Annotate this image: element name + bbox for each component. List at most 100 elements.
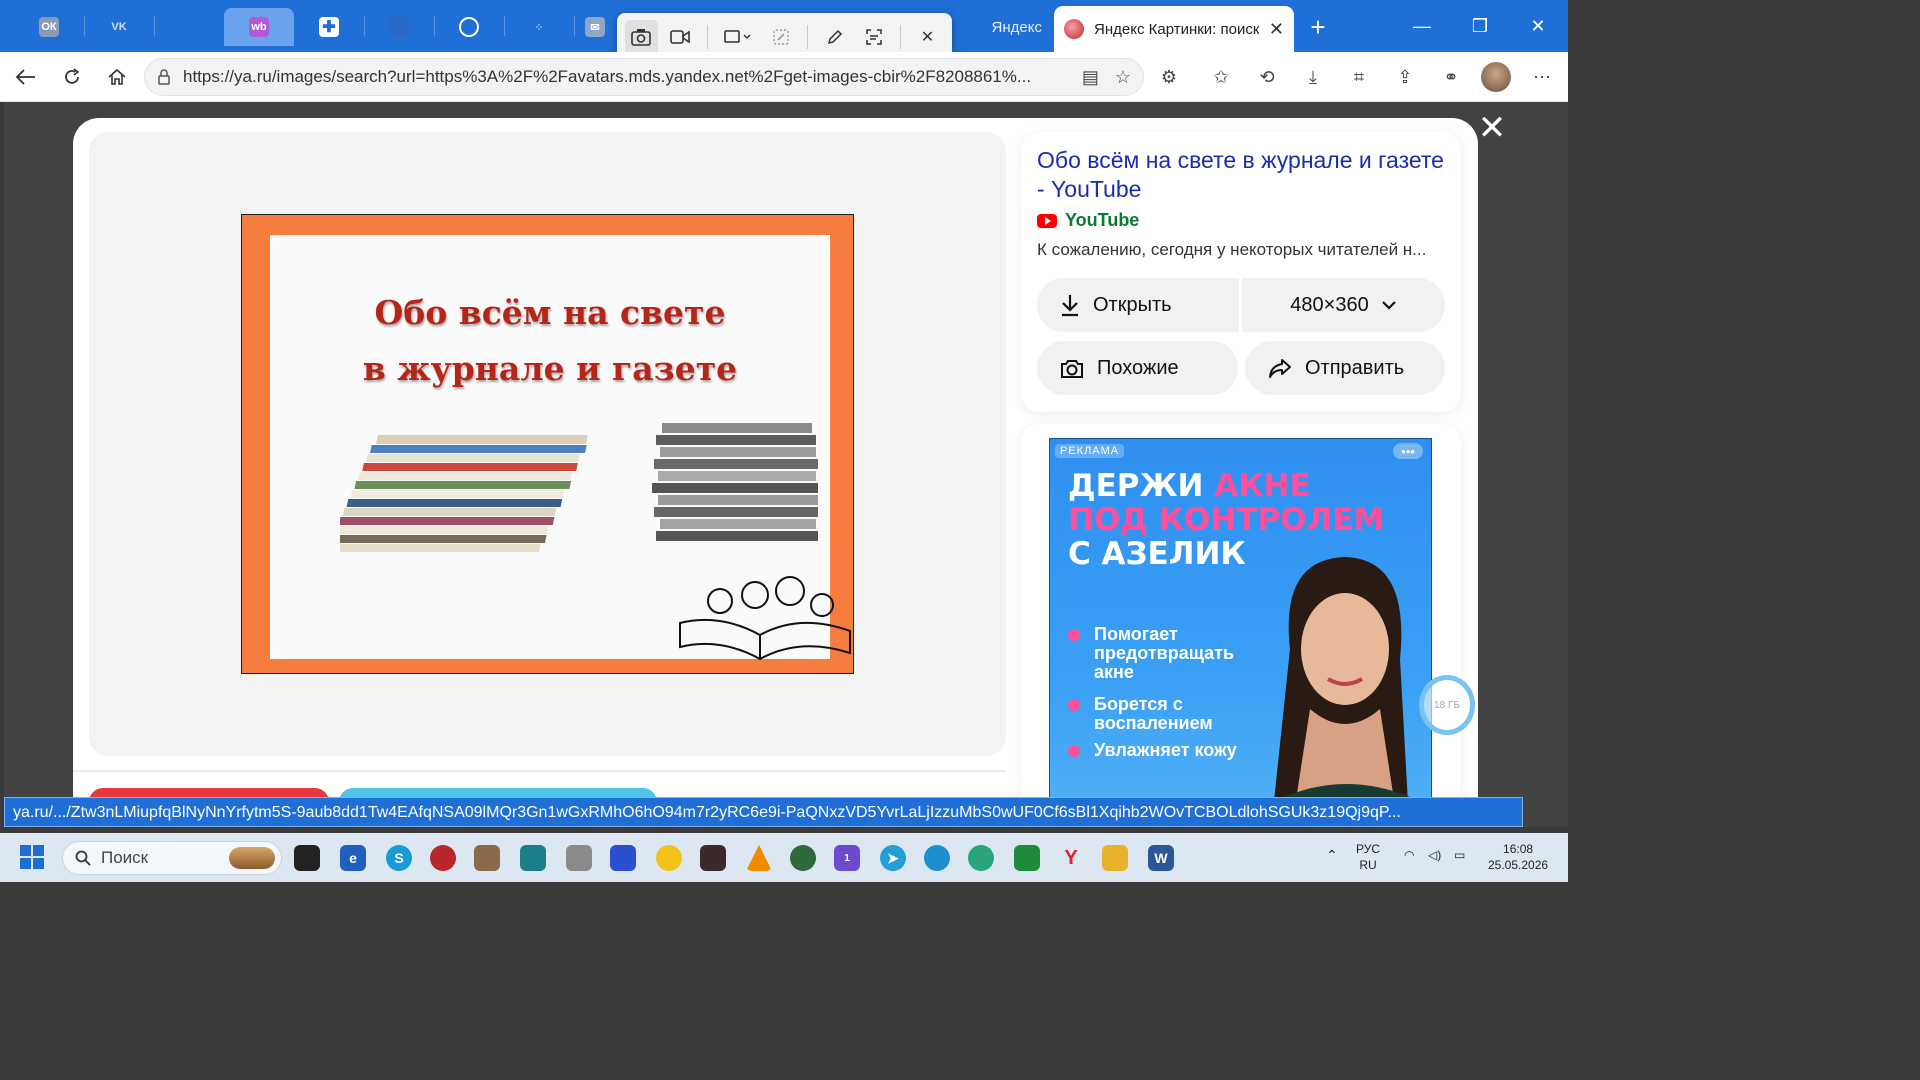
back-button[interactable] (8, 60, 44, 94)
result-info-card: Обо всём на свете в журнале и газете - Y… (1021, 132, 1461, 412)
language-indicator[interactable]: РУС RU (1356, 841, 1380, 873)
home-button[interactable] (99, 60, 135, 94)
address-bar[interactable]: https://ya.ru/images/search?url=https%3A… (144, 58, 1144, 96)
volume-icon[interactable]: ◁) (1428, 847, 1441, 863)
poster-title: Обо всём на свете в журнале и газете (270, 285, 830, 397)
history-icon[interactable]: ⟲ (1250, 60, 1284, 94)
tab-yandex-label: Яндекс (991, 18, 1042, 36)
taskbar-app-red[interactable] (430, 845, 456, 871)
image-size-dropdown[interactable]: 480×360 (1242, 278, 1445, 332)
image-size-label: 480×360 (1290, 293, 1369, 316)
show-hidden-icons[interactable]: ⌃ (1326, 847, 1338, 863)
image-preview-area[interactable]: Обо всём на свете в журнале и газете (89, 132, 1006, 756)
home-icon (108, 68, 126, 85)
favorite-star-icon[interactable]: ☆ (1115, 67, 1131, 88)
youtube-icon (1037, 213, 1057, 228)
ad-more-button[interactable]: ••• (1393, 443, 1423, 459)
close-window-button[interactable]: ✕ (1518, 10, 1558, 42)
taskbar-app-telegram[interactable]: ➤ (880, 845, 906, 871)
result-source[interactable]: YouTube (1037, 210, 1139, 231)
reload-button[interactable] (54, 60, 90, 94)
navigation-bar: https://ya.ru/images/search?url=https%3A… (0, 52, 1568, 102)
reader-view-icon[interactable]: ▤ (1082, 67, 1099, 88)
taskbar-app-brown[interactable] (474, 845, 500, 871)
ad-banner[interactable]: РЕКЛАМА ••• ДЕРЖИ АКНЕ ПОД КОНТРОЛЕМ С А… (1049, 438, 1432, 827)
taskbar-app-skype[interactable]: S (386, 845, 412, 871)
close-viewer-button[interactable]: ✕ (1476, 109, 1508, 147)
share-label: Отправить (1305, 356, 1405, 379)
poster-canvas: Обо всём на свете в журнале и газете (270, 235, 851, 661)
lock-icon[interactable] (157, 69, 171, 85)
taskbar-search[interactable]: Поиск (62, 841, 282, 875)
taskbar-app-yellow[interactable] (656, 845, 682, 871)
tab-yandex-images[interactable]: Яндекс Картинки: поиск ✕ (1054, 6, 1294, 52)
advertisement-card: РЕКЛАМА ••• ДЕРЖИ АКНЕ ПОД КОНТРОЛЕМ С А… (1021, 424, 1461, 827)
rectangle-select-icon (724, 30, 751, 43)
open-image-button[interactable]: Открыть (1037, 278, 1239, 332)
camera-icon (631, 29, 652, 46)
taskbar-app-green[interactable] (790, 845, 816, 871)
taskbar-app-word[interactable]: W (1148, 845, 1174, 871)
taskbar-app-edge[interactable] (924, 845, 950, 871)
taskbar-app-printer[interactable] (566, 845, 592, 871)
restore-button[interactable]: ❐ (1460, 10, 1500, 42)
similar-images-button[interactable]: Похожие (1037, 341, 1238, 395)
tab-odnoklassniki[interactable]: ОК (14, 8, 84, 46)
tab-blank[interactable] (364, 8, 434, 46)
mail-icon: ✉ (585, 17, 605, 37)
profile-avatar[interactable] (1481, 62, 1511, 92)
close-snipping-button[interactable]: ✕ (911, 20, 944, 54)
tab-vk[interactable]: VK (84, 8, 154, 46)
taskbar-app-messenger[interactable]: 1 (834, 845, 860, 871)
tab-yandex-partial[interactable]: Яндекс (955, 8, 1050, 46)
more-menu-icon[interactable]: ⋯ (1525, 60, 1559, 94)
language-top: РУС (1356, 842, 1381, 856)
tab-wildberries[interactable]: wb (224, 8, 294, 46)
share-icon[interactable]: ⇪ (1388, 60, 1422, 94)
record-mode-button[interactable] (664, 20, 697, 54)
poster-line-2: в журнале и газете (362, 349, 738, 388)
ad-headline-white: ДЕРЖИ (1068, 468, 1215, 504)
downloads-icon[interactable]: ⤓ (1296, 60, 1330, 94)
battery-icon[interactable]: ▭ (1454, 847, 1465, 863)
clock[interactable]: 16:08 25.05.2026 (1488, 841, 1548, 873)
extensions-icon[interactable]: ⚙ (1152, 60, 1186, 94)
text-extract-button[interactable] (857, 20, 890, 54)
result-title-link[interactable]: Обо всём на свете в журнале и газете - Y… (1037, 146, 1452, 204)
start-button[interactable] (20, 845, 44, 869)
taskbar-app-vlc[interactable] (746, 845, 772, 871)
preview-image[interactable]: Обо всём на свете в журнале и газете (241, 214, 854, 674)
close-tab-icon[interactable]: ✕ (1269, 19, 1284, 40)
url-text[interactable]: https://ya.ru/images/search?url=https%3A… (183, 67, 1066, 87)
storage-badge[interactable]: 18 ГБ (1419, 675, 1475, 735)
taskbar-app-blue[interactable] (610, 845, 636, 871)
pen-button[interactable] (818, 20, 851, 54)
clock-time: 16:08 (1503, 842, 1534, 856)
wifi-icon[interactable]: ◠ (1404, 847, 1414, 863)
link-status-bar: ya.ru/.../Ztw3nLMiupfqBlNyNnYrfytm5S-9au… (4, 797, 1523, 827)
taskbar-app-task-view[interactable] (294, 845, 320, 871)
pen-icon (827, 29, 842, 45)
new-tab-button[interactable]: + (1303, 12, 1333, 42)
snip-shape-dropdown[interactable] (718, 20, 758, 54)
taskbar-app-dark[interactable] (700, 845, 726, 871)
share-button[interactable]: Отправить (1245, 341, 1445, 395)
tab-medical[interactable]: ✚ (294, 8, 364, 46)
taskbar-app-teal[interactable] (520, 845, 546, 871)
screenshot-mode-button[interactable] (625, 20, 658, 54)
taskbar-app-explorer[interactable] (1102, 845, 1128, 871)
minimize-button[interactable]: — (1402, 10, 1442, 42)
favorites-icon[interactable]: ✩ (1204, 60, 1238, 94)
taskbar-app-yandex[interactable]: Y (1058, 845, 1084, 871)
page-icon (389, 17, 409, 37)
taskbar-app-edge-legacy[interactable]: e (340, 845, 366, 871)
share-arrow-icon (1269, 359, 1291, 378)
screenshot-icon[interactable]: ⌗ (1342, 60, 1376, 94)
tab-alice[interactable] (434, 8, 504, 46)
snip-freeform-button[interactable] (764, 20, 797, 54)
similar-images-label: Похожие (1097, 356, 1179, 379)
notification-count: 1 (844, 852, 850, 864)
taskbar-app-edge-dev[interactable] (968, 845, 994, 871)
taskbar-app-shield[interactable] (1014, 845, 1040, 871)
collections-icon[interactable]: ⚭ (1434, 60, 1468, 94)
